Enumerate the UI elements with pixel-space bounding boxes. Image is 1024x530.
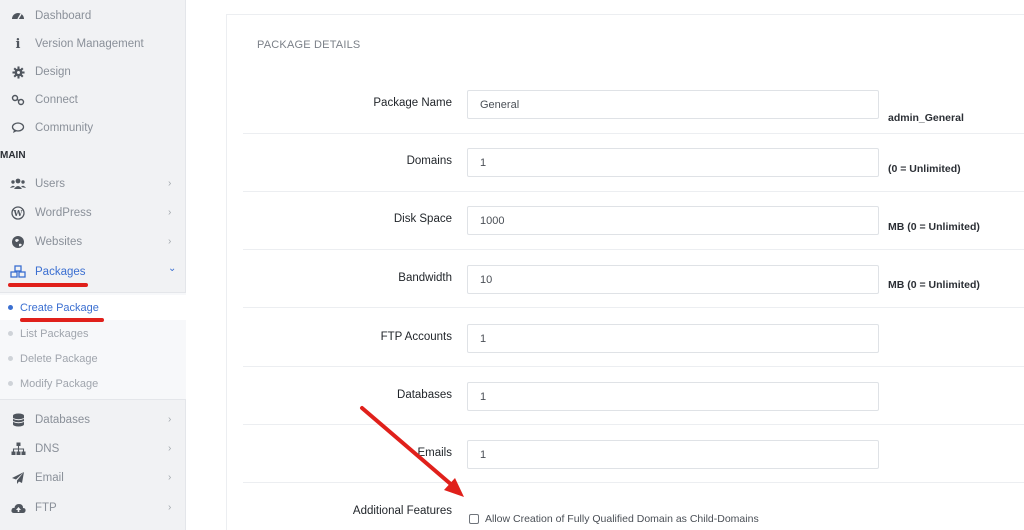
submenu-item-modify-package[interactable]: Modify Package	[0, 371, 186, 396]
sidebar-item-version-management[interactable]: i Version Management	[0, 30, 186, 58]
ftp-accounts-input[interactable]	[467, 324, 879, 353]
sidebar-item-packages[interactable]: Packages ⌄	[0, 258, 186, 286]
package-name-note: admin_General	[888, 112, 964, 124]
sidebar-item-label: Users	[35, 178, 66, 190]
domains-input[interactable]	[467, 148, 879, 177]
submenu-item-label: List Packages	[20, 327, 89, 340]
submenu-item-create-package[interactable]: Create Package	[0, 295, 186, 320]
bandwidth-input[interactable]	[467, 265, 879, 294]
annotation-underline	[8, 283, 88, 287]
sidebar-item-label: FTP	[35, 502, 57, 514]
cubes-icon	[10, 264, 26, 280]
sidebar-item-websites[interactable]: Websites ›	[0, 228, 186, 256]
disk-space-input[interactable]	[467, 206, 879, 235]
submenu-item-label: Create Package	[20, 301, 99, 314]
sidebar-item-label: Websites	[35, 236, 83, 248]
chevron-right-icon: ›	[168, 236, 172, 247]
wordpress-icon: W	[10, 205, 26, 221]
chat-icon	[10, 120, 26, 136]
bullet-dot-icon	[8, 331, 13, 336]
sidebar-item-ftp[interactable]: FTP ›	[0, 494, 186, 522]
sitemap-icon	[10, 441, 26, 457]
sidebar-item-connect[interactable]: Connect	[0, 86, 186, 114]
link-icon	[10, 92, 26, 108]
bandwidth-note: MB (0 = Unlimited)	[888, 279, 980, 291]
annotation-underline	[20, 318, 104, 322]
row-divider	[243, 366, 1024, 367]
chevron-down-icon: ⌄	[168, 263, 177, 274]
chevron-right-icon: ›	[168, 178, 172, 189]
svg-text:W: W	[13, 208, 24, 218]
row-divider	[243, 133, 1024, 134]
sidebar-section-label: MAIN	[0, 150, 26, 161]
fqdn-child-domains-label[interactable]: Allow Creation of Fully Qualified Domain…	[485, 513, 759, 525]
chevron-right-icon: ›	[168, 207, 172, 218]
disk-space-note: MB (0 = Unlimited)	[888, 221, 980, 233]
sidebar-item-label: Version Management	[35, 38, 144, 50]
row-divider	[243, 249, 1024, 250]
info-icon: i	[15, 36, 21, 52]
sidebar-item-label: Connect	[35, 94, 78, 106]
cloud-upload-icon	[10, 500, 26, 516]
dashboard-icon	[10, 8, 26, 24]
disk-space-label: Disk Space	[393, 213, 452, 225]
submenu-item-label: Modify Package	[20, 377, 99, 390]
sidebar-item-label: WordPress	[35, 207, 92, 219]
users-icon	[10, 176, 26, 192]
emails-input[interactable]	[467, 440, 879, 469]
bullet-dot-icon	[8, 305, 13, 310]
sidebar: Dashboard i Version Management Design Co…	[0, 0, 186, 530]
submenu-item-delete-package[interactable]: Delete Package	[0, 346, 186, 371]
sidebar-item-databases[interactable]: Databases ›	[0, 406, 186, 434]
sidebar-item-dns[interactable]: DNS ›	[0, 435, 186, 463]
bullet-dot-icon	[8, 356, 13, 361]
package-name-input[interactable]	[467, 90, 879, 119]
sidebar-item-label: Email	[35, 472, 64, 484]
row-divider	[243, 307, 1024, 308]
paper-plane-icon	[10, 470, 26, 486]
sidebar-item-wordpress[interactable]: W WordPress ›	[0, 199, 186, 227]
domains-note: (0 = Unlimited)	[888, 163, 961, 175]
chevron-right-icon: ›	[168, 414, 172, 425]
sidebar-item-label: Packages	[35, 266, 86, 278]
bandwidth-label: Bandwidth	[398, 272, 452, 284]
sidebar-item-community[interactable]: Community	[0, 114, 186, 142]
chevron-right-icon: ›	[168, 443, 172, 454]
sidebar-item-label: Community	[35, 122, 94, 134]
database-icon	[10, 412, 26, 428]
chevron-right-icon: ›	[168, 502, 172, 513]
package-name-label: Package Name	[373, 97, 452, 109]
domains-label: Domains	[406, 155, 452, 167]
bullet-dot-icon	[8, 381, 13, 386]
ftp-accounts-label: FTP Accounts	[380, 331, 452, 343]
sidebar-item-dashboard[interactable]: Dashboard	[0, 2, 186, 30]
annotation-arrow-icon	[360, 406, 464, 497]
gear-icon	[10, 64, 26, 80]
sidebar-item-label: DNS	[35, 443, 60, 455]
panel-title: PACKAGE DETAILS	[257, 39, 361, 51]
row-divider	[243, 191, 1024, 192]
chevron-right-icon: ›	[168, 472, 172, 483]
globe-icon	[10, 234, 26, 250]
submenu-item-label: Delete Package	[20, 352, 98, 365]
packages-submenu: Create Package List Packages Delete Pack…	[0, 292, 186, 400]
submenu-item-list-packages[interactable]: List Packages	[0, 321, 186, 346]
sidebar-item-email[interactable]: Email ›	[0, 464, 186, 492]
sidebar-item-label: Design	[35, 66, 71, 78]
sidebar-item-users[interactable]: Users ›	[0, 170, 186, 198]
databases-input[interactable]	[467, 382, 879, 411]
sidebar-item-label: Dashboard	[35, 10, 92, 22]
sidebar-item-label: Databases	[35, 414, 90, 426]
fqdn-child-domains-checkbox[interactable]	[469, 514, 479, 524]
sidebar-item-design[interactable]: Design	[0, 58, 186, 86]
